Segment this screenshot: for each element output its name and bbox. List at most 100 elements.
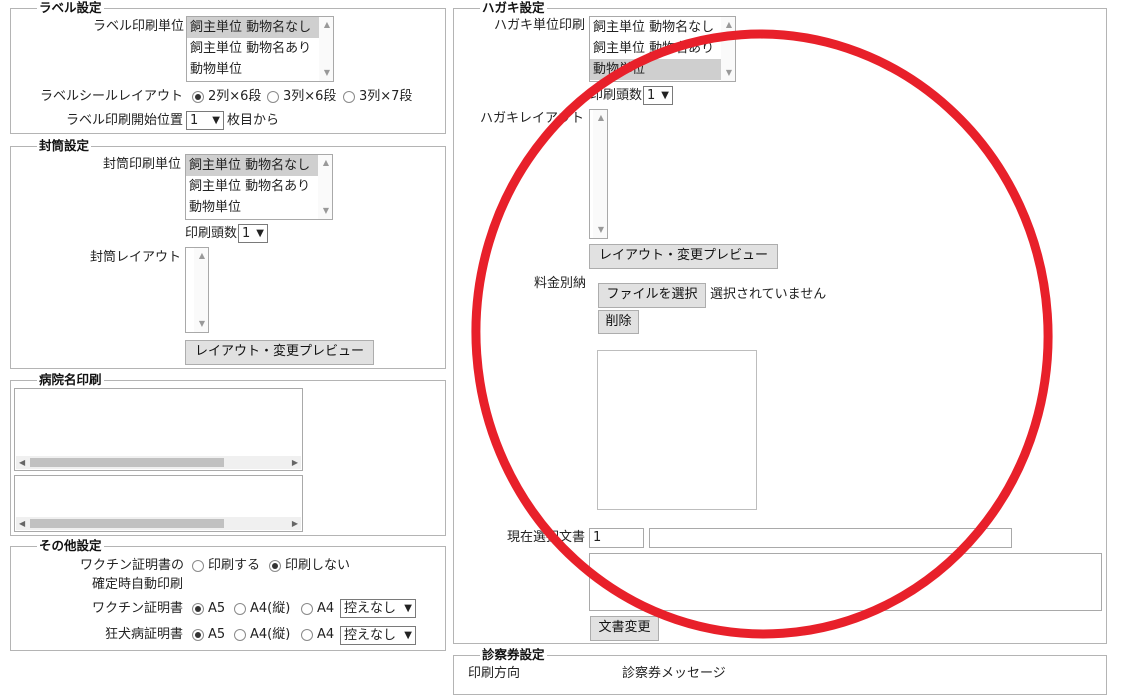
file-status-text: 選択されていません: [710, 287, 827, 302]
vertical-scrollbar[interactable]: ▲ ▼: [721, 17, 735, 81]
list-option[interactable]: 飼主単位 動物名あり: [187, 38, 333, 59]
start-position-select[interactable]: 1 ▼: [186, 111, 224, 130]
vaccine-a4-radio[interactable]: [301, 603, 313, 615]
vertical-scrollbar[interactable]: ▲ ▼: [318, 155, 332, 219]
vertical-scrollbar[interactable]: ▲ ▼: [194, 248, 208, 332]
label-layout-label: ラベルシールレイアウト: [40, 89, 184, 104]
scroll-up-icon[interactable]: ▲: [323, 159, 329, 167]
list-option[interactable]: 飼主単位 動物名なし: [590, 17, 735, 38]
scroll-down-icon[interactable]: ▼: [199, 320, 205, 328]
doc-content-textarea[interactable]: [589, 553, 1102, 611]
layout-option-label: 3列×6段: [283, 89, 337, 104]
scroll-down-icon[interactable]: ▼: [324, 69, 330, 77]
envelope-copies-select[interactable]: 1 ▼: [238, 224, 268, 243]
chevron-down-icon: ▼: [256, 228, 264, 239]
vaccine-auto-label-1: ワクチン証明書の: [80, 558, 185, 573]
doc-number-input[interactable]: 1: [589, 528, 644, 548]
hospital-name-textarea-2[interactable]: ◀ ▶: [14, 475, 303, 532]
vaccine-a4v-radio[interactable]: [234, 603, 246, 615]
scroll-up-icon[interactable]: ▲: [598, 114, 604, 122]
auto-print-yes-radio[interactable]: [192, 560, 204, 572]
postcard-preview-button[interactable]: レイアウト・変更プレビュー: [589, 244, 778, 269]
layout-option-label: 2列×6段: [208, 89, 262, 104]
list-option[interactable]: 飼主単位 動物名なし: [187, 17, 333, 38]
list-option[interactable]: 動物単位: [186, 197, 332, 218]
auto-print-no-radio[interactable]: [269, 560, 281, 572]
envelope-preview-button[interactable]: レイアウト・変更プレビュー: [185, 340, 374, 365]
chevron-down-icon: ▼: [661, 90, 669, 101]
layout-radio-2x6[interactable]: [192, 91, 204, 103]
label-print-unit-label: ラベル印刷単位: [93, 19, 185, 34]
vaccine-a5-radio[interactable]: [192, 603, 204, 615]
exam-card-legend: 診察券設定: [480, 647, 547, 662]
rabies-a5-radio[interactable]: [192, 629, 204, 641]
scroll-down-icon[interactable]: ▼: [323, 207, 329, 215]
doc-change-button[interactable]: 文書変更: [590, 616, 659, 641]
vaccine-cert-label: ワクチン証明書: [92, 601, 184, 616]
postcard-copies-label: 印刷頭数: [590, 88, 643, 103]
envelope-print-unit-label: 封筒印刷単位: [103, 157, 182, 172]
rabies-copy-select[interactable]: 控えなし ▼: [340, 626, 416, 645]
rabies-a4-radio[interactable]: [301, 629, 313, 641]
delete-button[interactable]: 削除: [598, 310, 639, 334]
postcard-copies-select[interactable]: 1 ▼: [643, 86, 673, 105]
postage-image-preview: [597, 350, 757, 510]
auto-print-yes-label: 印刷する: [208, 558, 261, 573]
scroll-right-icon[interactable]: ▶: [292, 456, 298, 469]
rabies-a4v-radio[interactable]: [234, 629, 246, 641]
scroll-left-icon[interactable]: ◀: [19, 517, 25, 530]
scroll-down-icon[interactable]: ▼: [598, 226, 604, 234]
scroll-thumb[interactable]: [30, 519, 224, 528]
vaccine-auto-label-2: 確定時自動印刷: [92, 577, 184, 592]
chevron-down-icon: ▼: [404, 630, 412, 641]
postcard-layout-label: ハガキレイアウト: [480, 111, 585, 126]
scroll-up-icon[interactable]: ▲: [726, 21, 732, 29]
exam-message-label: 診察券メッセージ: [622, 666, 726, 681]
list-option[interactable]: 飼主単位 動物名あり: [590, 38, 735, 59]
postcard-print-unit-label: ハガキ単位印刷: [494, 18, 586, 33]
layout-radio-3x6[interactable]: [267, 91, 279, 103]
other-settings-legend: その他設定: [37, 538, 104, 553]
postcard-print-unit-listbox[interactable]: 飼主単位 動物名なし 飼主単位 動物名あり 動物単位 ▲ ▼: [589, 16, 736, 82]
envelope-settings-legend: 封筒設定: [37, 138, 92, 153]
postage-label: 料金別納: [534, 276, 587, 291]
paper-option-label: A4: [317, 601, 335, 616]
print-direction-label: 印刷方向: [468, 666, 521, 681]
list-option[interactable]: 動物単位: [590, 59, 735, 80]
scroll-right-icon[interactable]: ▶: [292, 517, 298, 530]
list-option[interactable]: 動物単位: [187, 59, 333, 80]
start-position-suffix: 枚目から: [227, 113, 280, 128]
vertical-scrollbar[interactable]: ▲ ▼: [593, 110, 607, 238]
scroll-thumb[interactable]: [30, 458, 224, 467]
horizontal-scrollbar[interactable]: ◀ ▶: [16, 456, 301, 469]
hospital-name-legend: 病院名印刷: [37, 372, 104, 387]
envelope-copies-label: 印刷頭数: [185, 226, 238, 241]
exam-card-fieldset: [453, 655, 1107, 695]
horizontal-scrollbar[interactable]: ◀ ▶: [16, 517, 301, 530]
vaccine-copy-select[interactable]: 控えなし ▼: [340, 599, 416, 618]
postcard-settings-fieldset: [453, 8, 1107, 644]
auto-print-no-label: 印刷しない: [285, 558, 351, 573]
envelope-print-unit-listbox[interactable]: 飼主単位 動物名なし 飼主単位 動物名あり 動物単位 ▲ ▼: [185, 154, 333, 220]
current-doc-label: 現在選択文書: [507, 530, 586, 545]
chevron-down-icon: ▼: [404, 603, 412, 614]
scroll-down-icon[interactable]: ▼: [726, 69, 732, 77]
label-print-unit-listbox[interactable]: 飼主単位 動物名なし 飼主単位 動物名あり 動物単位 ▲ ▼: [186, 16, 334, 82]
layout-radio-3x7[interactable]: [343, 91, 355, 103]
envelope-layout-listbox[interactable]: ▲ ▼: [185, 247, 209, 333]
paper-option-label: A4: [317, 627, 335, 642]
file-select-button[interactable]: ファイルを選択: [598, 283, 706, 308]
envelope-layout-label: 封筒レイアウト: [90, 250, 182, 265]
label-settings-legend: ラベル設定: [37, 0, 104, 15]
doc-title-input[interactable]: [649, 528, 1012, 548]
start-position-label: ラベル印刷開始位置: [66, 113, 184, 128]
list-option[interactable]: 飼主単位 動物名あり: [186, 176, 332, 197]
vertical-scrollbar[interactable]: ▲ ▼: [319, 17, 333, 81]
scroll-left-icon[interactable]: ◀: [19, 456, 25, 469]
paper-option-label: A5: [208, 601, 226, 616]
scroll-up-icon[interactable]: ▲: [199, 252, 205, 260]
hospital-name-textarea-1[interactable]: ◀ ▶: [14, 388, 303, 471]
scroll-up-icon[interactable]: ▲: [324, 21, 330, 29]
list-option[interactable]: 飼主単位 動物名なし: [186, 155, 332, 176]
postcard-layout-listbox[interactable]: ▲ ▼: [589, 109, 608, 239]
